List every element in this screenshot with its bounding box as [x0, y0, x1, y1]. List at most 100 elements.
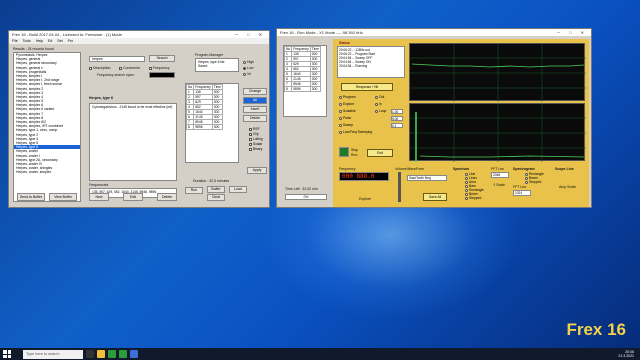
menu-item-tools[interactable]: Tools: [23, 39, 31, 43]
status-title: Status: [339, 41, 350, 45]
change-button[interactable]: Change: [243, 88, 267, 95]
window-controls[interactable]: ─ □ ✕: [235, 32, 266, 37]
option-item[interactable]: Program: [339, 95, 373, 102]
insert-button[interactable]: Insert: [243, 106, 267, 113]
delete-row-button[interactable]: Delete: [243, 115, 267, 122]
radio-icon: [339, 116, 342, 120]
load-button[interactable]: Load: [229, 186, 247, 193]
checkbox-icon: [249, 137, 252, 141]
edit-button[interactable]: Edit: [123, 193, 143, 201]
option-item[interactable]: Stepped: [465, 196, 489, 200]
file-explorer-icon[interactable]: [97, 350, 105, 358]
menu-item-ed[interactable]: Ed: [48, 39, 52, 43]
col-header: Time: [309, 46, 322, 52]
waveform-select[interactable]: Saw/Tooth Neg: [407, 175, 447, 181]
option-item[interactable]: Out: [375, 95, 405, 102]
description-box[interactable]: Cytomegalovirus - 2145 found to be most …: [89, 103, 177, 181]
clock[interactable]: 20:06 21.3.2021: [618, 350, 634, 358]
send-to-buffer-button[interactable]: Send to Buffer: [17, 193, 45, 201]
program-name-box[interactable]: Herpes, type 6 list Saved: [195, 58, 239, 72]
menu-item-set[interactable]: Set: [57, 39, 62, 43]
app-icon[interactable]: [130, 350, 138, 358]
all-button[interactable]: All: [243, 97, 267, 104]
table-cell: 9896: [291, 86, 311, 92]
checkbox-icon: [119, 66, 122, 70]
description-text: Cytomegalovirus - 2145 found to be most …: [92, 105, 173, 109]
freq-span-field[interactable]: [149, 72, 175, 78]
filter-label: Description: [93, 66, 111, 70]
status-log: 20:06:22 -- 128Hz out 20:06:22 -- Program…: [337, 46, 405, 78]
table-row[interactable]: 8 9896 300: [186, 124, 224, 130]
filter-frequency[interactable]: Frequency: [149, 66, 170, 70]
value-field[interactable]: 5.00: [391, 116, 403, 121]
table-row[interactable]: 8 9896 300: [284, 86, 322, 92]
option-item[interactable]: Low/Freq Sweeping: [339, 130, 373, 137]
run-list[interactable]: No Frequency Time 1 135 300 2 597 300 3 629 300 4…: [283, 45, 327, 117]
option-label: Program: [343, 95, 356, 99]
menu-item-pro[interactable]: Pro: [68, 39, 73, 43]
title-bar: Frex 16 - Build 2017.04.04 - Licensed to…: [9, 31, 269, 38]
radio-icon: [339, 123, 342, 127]
filter-description[interactable]: Description: [89, 66, 111, 70]
options-left: Program Explore Scalable Pulse Sweep Low/Freq…: [339, 95, 373, 137]
program-frequency-table: No Frequency Time 1 135 300 2 597 300 3 629 300 4…: [186, 84, 224, 130]
volume-label: Volume: [395, 167, 407, 171]
list-item[interactable]: Herpes, zoster, simplex: [14, 170, 80, 174]
option-item[interactable]: Pulse: [339, 116, 373, 123]
menu-item-help[interactable]: Help: [36, 39, 43, 43]
option-item[interactable]: Sweep: [339, 123, 373, 130]
window-title: Frex 16 - Run Mode - X1 Mode ---- 98.392…: [280, 30, 363, 35]
level-high[interactable]: High: [243, 60, 254, 64]
frex-app-icon-2[interactable]: [119, 350, 127, 358]
new-button[interactable]: New: [89, 193, 109, 201]
level-ve[interactable]: Ve: [243, 72, 251, 76]
taskbar-search-input[interactable]: Type here to search: [23, 349, 83, 359]
option-item[interactable]: In: [375, 102, 405, 109]
option-item[interactable]: Scalable: [339, 109, 373, 116]
fft-len2-label: FFT Len: [513, 185, 527, 189]
value-field[interactable]: 0.1: [391, 123, 403, 128]
option-item[interactable]: Stepped: [525, 180, 549, 184]
frequency-display-value: 000 888.0: [342, 173, 375, 180]
program-table[interactable]: No Frequency Time 1 135 300 2 597 300 3 629 300 4…: [185, 83, 239, 163]
option-label: Low/Freq Sweeping: [343, 130, 373, 134]
duration-label: Duration : 32.5 minutes: [193, 179, 230, 183]
value-field[interactable]: 1.00: [391, 109, 403, 114]
program-sub: Saved: [198, 64, 208, 68]
exit-button[interactable]: Exit: [367, 149, 393, 157]
spectrogram-graph: [409, 103, 586, 162]
fft-select[interactable]: 2048: [491, 172, 509, 178]
windows-start-icon[interactable]: [3, 350, 11, 358]
wave-option[interactable]: Binary: [249, 147, 269, 152]
response-hit-button[interactable]: Response / Hit: [341, 83, 393, 91]
option-label: Scalable: [343, 109, 356, 113]
search-input[interactable]: herpes: [89, 56, 145, 62]
save-all-button[interactable]: Save All: [423, 193, 447, 201]
window-controls[interactable]: ─ □ ✕: [557, 30, 588, 35]
stop-button[interactable]: [339, 147, 349, 157]
frex-app-icon[interactable]: [108, 350, 116, 358]
table-cell: 300: [211, 124, 224, 130]
delete-button[interactable]: Delete: [157, 193, 177, 201]
menu-item-file[interactable]: File: [12, 39, 18, 43]
apply-button[interactable]: Apply: [247, 167, 267, 174]
checkbox-icon: [249, 147, 252, 151]
filter-comments[interactable]: Comments: [119, 66, 140, 70]
radio-icon: [375, 109, 378, 113]
results-list[interactable]: Pyromelasis, Herpes Herpes, general Herpes…: [13, 52, 81, 202]
clear-button[interactable]: Clear: [207, 194, 225, 201]
view-buffer-button[interactable]: View Buffer: [49, 193, 77, 201]
checkbox-icon: [249, 127, 252, 131]
option-item[interactable]: Explore: [339, 102, 373, 109]
run-button[interactable]: Run: [185, 187, 203, 194]
volume-slider[interactable]: [398, 172, 401, 202]
radio-icon: [243, 60, 246, 64]
task-view-icon[interactable]: [86, 350, 94, 358]
filter-label: Frequency: [153, 66, 170, 70]
wave-option-label: RSF: [253, 127, 260, 131]
search-button[interactable]: Search: [149, 55, 175, 62]
menu-bar: File Tools Help Ed Set Pro: [9, 38, 269, 44]
fft-select-2[interactable]: 1024: [513, 190, 531, 196]
buffer-button[interactable]: Buffer: [207, 186, 225, 193]
level-low[interactable]: Low: [243, 66, 253, 70]
